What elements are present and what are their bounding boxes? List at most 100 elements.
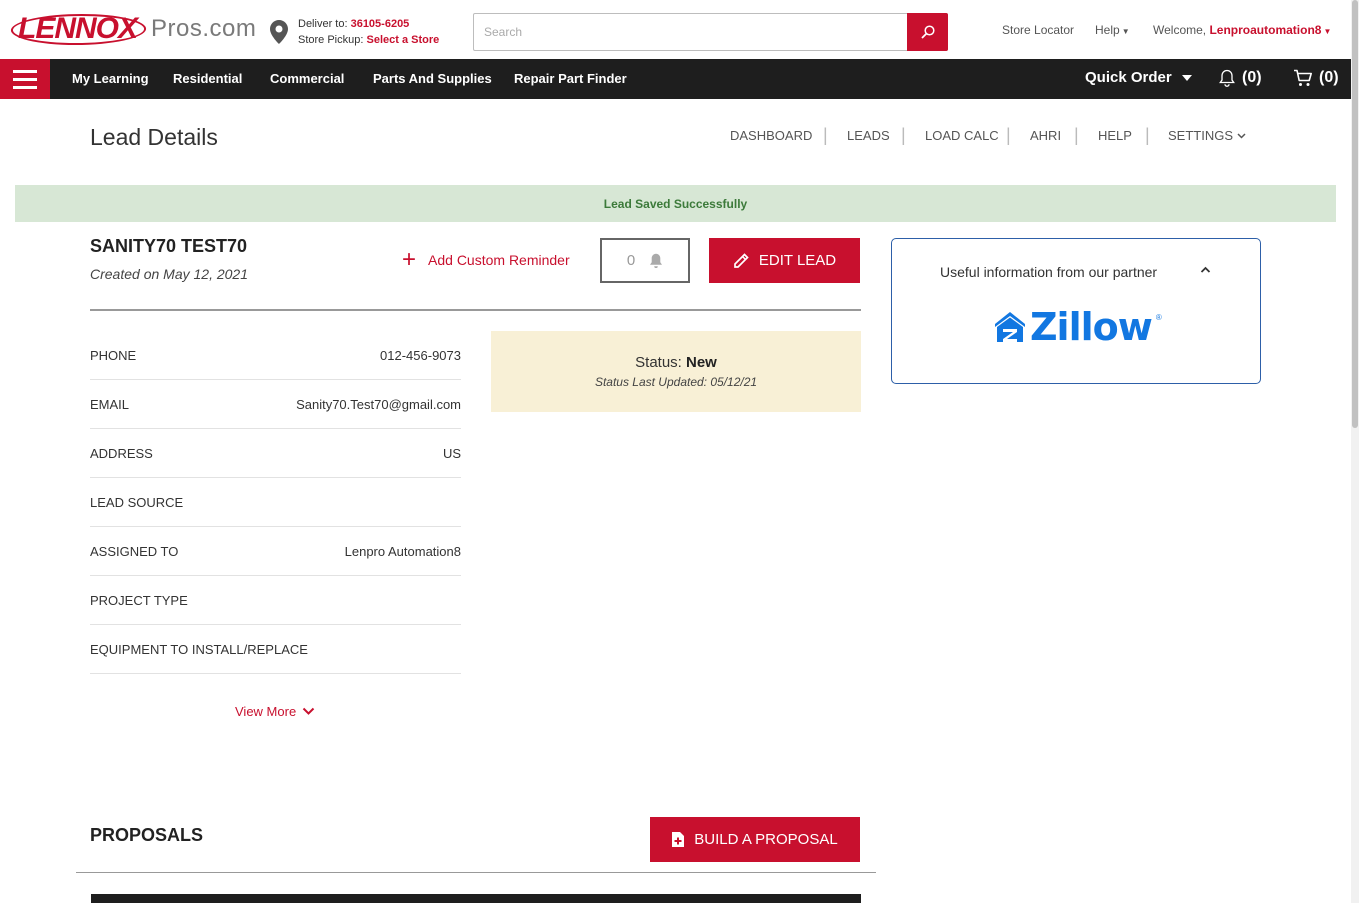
store-locator-link[interactable]: Store Locator bbox=[1002, 23, 1074, 37]
quick-order-label: Quick Order bbox=[1085, 69, 1172, 86]
deliver-label: Deliver to: bbox=[298, 18, 351, 30]
subnav-separator: | bbox=[1145, 125, 1150, 145]
build-proposal-label: BUILD A PROPOSAL bbox=[694, 831, 838, 848]
status-value: New bbox=[686, 354, 717, 371]
scrollbar-thumb[interactable] bbox=[1352, 0, 1358, 428]
subnav-settings[interactable]: SETTINGS bbox=[1168, 128, 1246, 143]
field-equipment: EQUIPMENT TO INSTALL/REPLACE bbox=[90, 625, 461, 674]
search-button[interactable] bbox=[907, 13, 948, 51]
field-value: 012-456-9073 bbox=[380, 347, 461, 363]
nav-commercial[interactable]: Commercial bbox=[270, 71, 344, 86]
field-project-type: PROJECT TYPE bbox=[90, 576, 461, 625]
subnav-separator: | bbox=[1074, 125, 1079, 145]
search-input[interactable] bbox=[474, 14, 907, 50]
subnav-ahri[interactable]: AHRI bbox=[1030, 128, 1061, 143]
quick-order-menu[interactable]: Quick Order bbox=[1085, 69, 1192, 86]
edit-lead-label: EDIT LEAD bbox=[758, 252, 837, 269]
deliver-zip[interactable]: 36105-6205 bbox=[351, 18, 410, 30]
field-label: EQUIPMENT TO INSTALL/REPLACE bbox=[90, 641, 308, 657]
field-lead-source: LEAD SOURCE bbox=[90, 478, 461, 527]
nav-residential[interactable]: Residential bbox=[173, 71, 242, 86]
bell-icon bbox=[1219, 69, 1235, 87]
field-label: EMAIL bbox=[90, 396, 130, 412]
field-phone: PHONE 012-456-9073 bbox=[90, 331, 461, 380]
cart-button[interactable]: (0) bbox=[1293, 69, 1339, 87]
top-header: LENNOX Pros.com Deliver to: 36105-6205 S… bbox=[0, 0, 1359, 59]
field-email: EMAIL Sanity70.Test70@gmail.com bbox=[90, 380, 461, 429]
hamburger-menu-icon[interactable] bbox=[0, 59, 50, 99]
status-panel: Status: New Status Last Updated: 05/12/2… bbox=[491, 331, 861, 412]
subnav-dashboard[interactable]: DASHBOARD bbox=[730, 128, 812, 143]
nav-repair-part-finder[interactable]: Repair Part Finder bbox=[514, 71, 627, 86]
search-bar bbox=[473, 13, 948, 51]
proposals-title: PROPOSALS bbox=[90, 825, 204, 845]
lead-name: SANITY70 TEST70 bbox=[90, 236, 248, 256]
delivery-location[interactable]: Deliver to: 36105-6205 Store Pickup: Sel… bbox=[270, 16, 439, 48]
settings-label: SETTINGS bbox=[1168, 128, 1234, 143]
chevron-up-icon[interactable] bbox=[1200, 266, 1211, 274]
help-label: Help bbox=[1095, 23, 1120, 37]
subnav-separator: | bbox=[901, 125, 906, 145]
status-label: Status: bbox=[635, 354, 686, 371]
proposals-table-header bbox=[91, 894, 861, 903]
subnav-load-calc[interactable]: LOAD CALC bbox=[925, 128, 999, 143]
success-message: Lead Saved Successfully bbox=[603, 196, 748, 211]
site-logo[interactable]: LENNOX Pros.com bbox=[14, 12, 256, 46]
partner-card: Useful information from our partner Zill… bbox=[891, 238, 1261, 384]
view-more-label: View More bbox=[235, 704, 297, 719]
subnav-separator: | bbox=[1006, 125, 1011, 145]
build-proposal-button[interactable]: BUILD A PROPOSAL bbox=[650, 817, 860, 862]
divider bbox=[90, 309, 861, 311]
cart-count: (0) bbox=[1319, 69, 1339, 86]
partner-title: Useful information from our partner bbox=[940, 264, 1158, 280]
welcome-label: Welcome, bbox=[1153, 23, 1210, 37]
notifications-button[interactable]: (0) bbox=[1218, 69, 1262, 87]
nav-parts-and-supplies[interactable]: Parts And Supplies bbox=[373, 71, 492, 86]
field-label: PROJECT TYPE bbox=[90, 592, 188, 608]
field-value: Sanity70.Test70@gmail.com bbox=[296, 396, 461, 412]
add-reminder-label: Add Custom Reminder bbox=[428, 252, 570, 268]
pros-logo-text: Pros.com bbox=[151, 15, 257, 42]
field-assigned-to: ASSIGNED TO Lenpro Automation8 bbox=[90, 527, 461, 576]
status-line: Status: New bbox=[635, 354, 717, 371]
field-label: PHONE bbox=[90, 347, 137, 363]
help-menu[interactable]: Help ▼ bbox=[1095, 23, 1130, 37]
lennox-logo: LENNOX bbox=[14, 12, 141, 46]
notifications-count: (0) bbox=[1242, 69, 1262, 86]
add-custom-reminder-button[interactable]: + Add Custom Reminder bbox=[402, 246, 570, 273]
field-label: ASSIGNED TO bbox=[90, 543, 179, 559]
delivery-text: Deliver to: 36105-6205 Store Pickup: Sel… bbox=[298, 16, 439, 48]
file-plus-icon bbox=[672, 832, 685, 847]
field-label: LEAD SOURCE bbox=[90, 494, 184, 510]
view-more-link[interactable]: View More bbox=[235, 704, 315, 719]
chevron-down-icon bbox=[302, 707, 315, 715]
bell-icon bbox=[650, 253, 663, 268]
search-icon bbox=[920, 25, 935, 39]
reminder-count-button[interactable]: 0 bbox=[600, 238, 690, 283]
field-value: US bbox=[442, 445, 461, 461]
caret-down-icon bbox=[1181, 74, 1192, 81]
field-address: ADDRESS US bbox=[90, 429, 461, 478]
select-store-link[interactable]: Select a Store bbox=[366, 34, 439, 46]
field-label: ADDRESS bbox=[90, 445, 153, 461]
plus-icon: + bbox=[402, 246, 417, 273]
divider bbox=[76, 872, 876, 873]
map-pin-icon bbox=[270, 20, 288, 44]
subnav-help[interactable]: HELP bbox=[1098, 128, 1132, 143]
reminder-count: 0 bbox=[626, 252, 636, 269]
username: Lenproautomation8 bbox=[1209, 23, 1322, 37]
user-menu[interactable]: Welcome, Lenproautomation8 ▼ bbox=[1153, 23, 1331, 37]
nav-my-learning[interactable]: My Learning bbox=[72, 71, 149, 86]
zillow-wordmark: Zillow bbox=[1030, 305, 1153, 349]
subnav-separator: | bbox=[823, 125, 828, 145]
chevron-down-icon bbox=[1237, 132, 1246, 139]
field-value: Lenpro Automation8 bbox=[344, 543, 461, 559]
zillow-logo[interactable]: Zillow ® bbox=[994, 305, 1162, 349]
zillow-z-icon bbox=[995, 312, 1025, 342]
caret-down-icon: ▼ bbox=[1323, 27, 1332, 36]
edit-lead-button[interactable]: EDIT LEAD bbox=[709, 238, 860, 283]
vertical-scrollbar[interactable] bbox=[1351, 0, 1359, 903]
main-nav: My Learning Residential Commercial Parts… bbox=[0, 59, 1351, 99]
subnav-leads[interactable]: LEADS bbox=[847, 128, 890, 143]
success-alert: Lead Saved Successfully bbox=[15, 185, 1336, 222]
